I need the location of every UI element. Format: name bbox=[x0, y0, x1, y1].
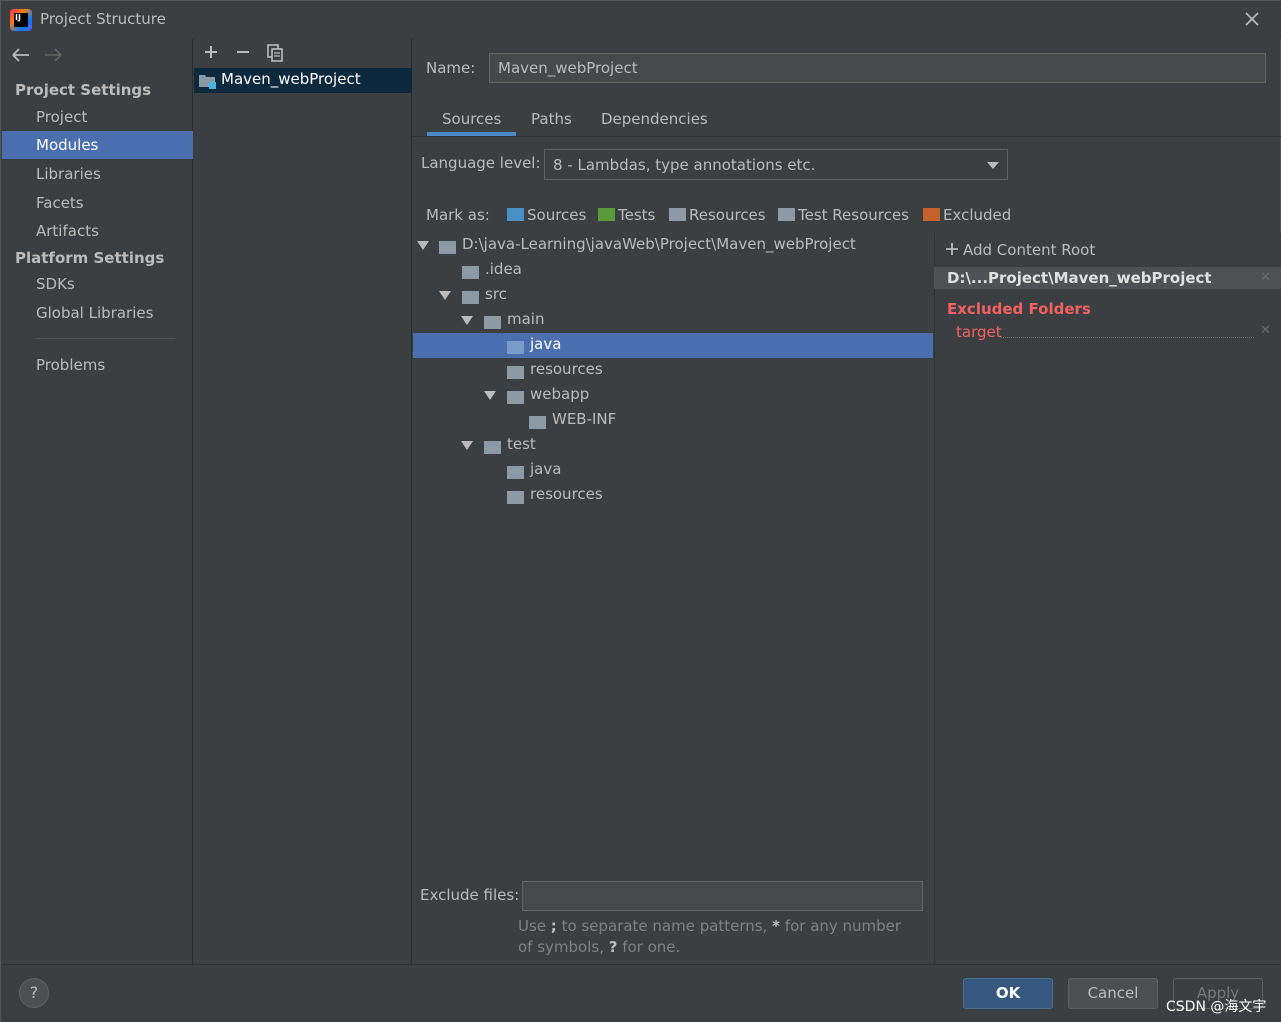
folder-icon bbox=[507, 489, 527, 507]
expand-arrow-icon[interactable] bbox=[461, 316, 473, 325]
content-root-panel bbox=[934, 233, 1281, 964]
help-button[interactable]: ? bbox=[19, 978, 49, 1008]
tree-row-main[interactable]: main bbox=[413, 308, 933, 333]
active-tab-indicator bbox=[427, 132, 516, 136]
sidebar-item-global-libraries[interactable]: Global Libraries bbox=[2, 299, 193, 327]
intellij-logo-icon: IJ bbox=[10, 9, 32, 31]
forward-arrow-icon[interactable] bbox=[45, 48, 62, 62]
excluded-folders-heading: Excluded Folders bbox=[947, 300, 1091, 318]
expand-arrow-icon[interactable] bbox=[417, 241, 429, 250]
back-arrow-icon[interactable] bbox=[12, 48, 29, 62]
module-list-panel bbox=[194, 39, 412, 964]
exclude-files-label: Exclude files: bbox=[420, 886, 520, 904]
sidebar-item-modules[interactable]: Modules bbox=[2, 131, 193, 159]
sidebar-item-sdks[interactable]: SDKs bbox=[2, 270, 193, 298]
cancel-button[interactable]: Cancel bbox=[1068, 978, 1158, 1009]
sidebar-divider bbox=[35, 338, 175, 339]
module-name-label: Maven_webProject bbox=[221, 70, 361, 88]
sidebar-item-libraries[interactable]: Libraries bbox=[2, 160, 193, 188]
excluded-item-leader bbox=[1001, 337, 1254, 338]
tab-dependencies[interactable]: Dependencies bbox=[601, 110, 708, 128]
folder-icon bbox=[462, 264, 482, 282]
plus-icon bbox=[946, 243, 958, 255]
resources-folder-icon bbox=[669, 208, 686, 221]
name-label: Name: bbox=[426, 59, 476, 77]
exclude-files-hint: Use ; to separate name patterns, * for a… bbox=[518, 917, 902, 956]
module-toolbar bbox=[201, 41, 291, 67]
sidebar-item-project[interactable]: Project bbox=[2, 103, 193, 131]
tree-row-test-java[interactable]: java bbox=[413, 458, 933, 483]
folder-icon bbox=[507, 464, 527, 482]
expand-arrow-icon[interactable] bbox=[439, 291, 451, 300]
history-nav bbox=[11, 45, 71, 69]
window-title: Project Structure bbox=[40, 10, 166, 28]
mark-sources-button[interactable]: Sources bbox=[507, 206, 586, 224]
folder-icon bbox=[439, 239, 459, 257]
sidebar-item-problems[interactable]: Problems bbox=[2, 351, 193, 379]
sidebar-item-facets[interactable]: Facets bbox=[2, 189, 193, 217]
module-folder-icon bbox=[199, 74, 217, 94]
add-content-root-button[interactable]: Add Content Root bbox=[945, 241, 1095, 259]
language-level-select[interactable]: 8 - Lambdas, type annotations etc. bbox=[544, 149, 1008, 180]
project-structure-dialog: IJ Project Structure Project Settings Pr… bbox=[0, 0, 1281, 1022]
folder-icon bbox=[462, 289, 482, 307]
tree-row-webapp[interactable]: webapp bbox=[413, 383, 933, 408]
platform-settings-heading: Platform Settings bbox=[15, 249, 165, 267]
tree-row-src[interactable]: src bbox=[413, 283, 933, 308]
title-bar bbox=[1, 1, 1281, 39]
add-icon[interactable] bbox=[205, 46, 217, 58]
mark-excluded-button[interactable]: Excluded bbox=[923, 206, 1011, 224]
mark-resources-button[interactable]: Resources bbox=[669, 206, 766, 224]
content-root-path[interactable]: D:\...Project\Maven_webProject ✕ bbox=[934, 267, 1281, 289]
tab-paths[interactable]: Paths bbox=[531, 110, 572, 128]
close-icon[interactable] bbox=[1241, 8, 1263, 30]
sidebar-item-artifacts[interactable]: Artifacts bbox=[2, 217, 193, 245]
tree-row-test-resources[interactable]: resources bbox=[413, 483, 933, 508]
language-level-label: Language level: bbox=[421, 154, 541, 172]
folder-icon bbox=[484, 439, 504, 457]
expand-arrow-icon[interactable] bbox=[484, 391, 496, 400]
folder-icon bbox=[484, 314, 504, 332]
chevron-down-icon bbox=[987, 162, 999, 169]
mark-as-label: Mark as: bbox=[426, 206, 490, 224]
tree-row-test[interactable]: test bbox=[413, 433, 933, 458]
remove-excluded-icon[interactable]: ✕ bbox=[1260, 323, 1271, 338]
module-tabs: Sources Paths Dependencies bbox=[413, 103, 1281, 137]
ok-button[interactable]: OK bbox=[963, 978, 1053, 1009]
tree-row-main-java[interactable]: java bbox=[413, 333, 933, 358]
language-level-value: 8 - Lambdas, type annotations etc. bbox=[553, 156, 816, 174]
tree-row-root[interactable]: D:\java-Learning\javaWeb\Project\Maven_w… bbox=[413, 233, 933, 258]
mark-tests-button[interactable]: Tests bbox=[598, 206, 655, 224]
exclude-files-input[interactable] bbox=[522, 881, 923, 911]
expand-arrow-icon[interactable] bbox=[461, 441, 473, 450]
tree-row-idea[interactable]: .idea bbox=[413, 258, 933, 283]
excluded-folder-item[interactable]: target bbox=[956, 323, 1002, 341]
copy-icon[interactable] bbox=[267, 44, 283, 62]
test-resources-folder-icon bbox=[778, 208, 795, 221]
tab-sources[interactable]: Sources bbox=[442, 110, 501, 128]
folder-icon bbox=[507, 389, 527, 407]
module-list-item[interactable]: Maven_webProject bbox=[194, 68, 412, 93]
folder-icon bbox=[507, 364, 527, 382]
sources-folder-icon bbox=[507, 339, 527, 357]
tree-row-main-resources[interactable]: resources bbox=[413, 358, 933, 383]
watermark: CSDN @海文宇 bbox=[1166, 999, 1267, 1015]
project-settings-heading: Project Settings bbox=[15, 81, 152, 99]
excluded-folder-icon bbox=[923, 208, 940, 221]
tree-row-webinf[interactable]: WEB-INF bbox=[413, 408, 933, 433]
module-name-input[interactable]: Maven_webProject bbox=[489, 53, 1266, 83]
sources-folder-icon bbox=[507, 208, 524, 221]
mark-test-resources-button[interactable]: Test Resources bbox=[778, 206, 909, 224]
remove-root-icon[interactable]: ✕ bbox=[1260, 267, 1271, 289]
tests-folder-icon bbox=[598, 208, 615, 221]
folder-icon bbox=[529, 414, 549, 432]
